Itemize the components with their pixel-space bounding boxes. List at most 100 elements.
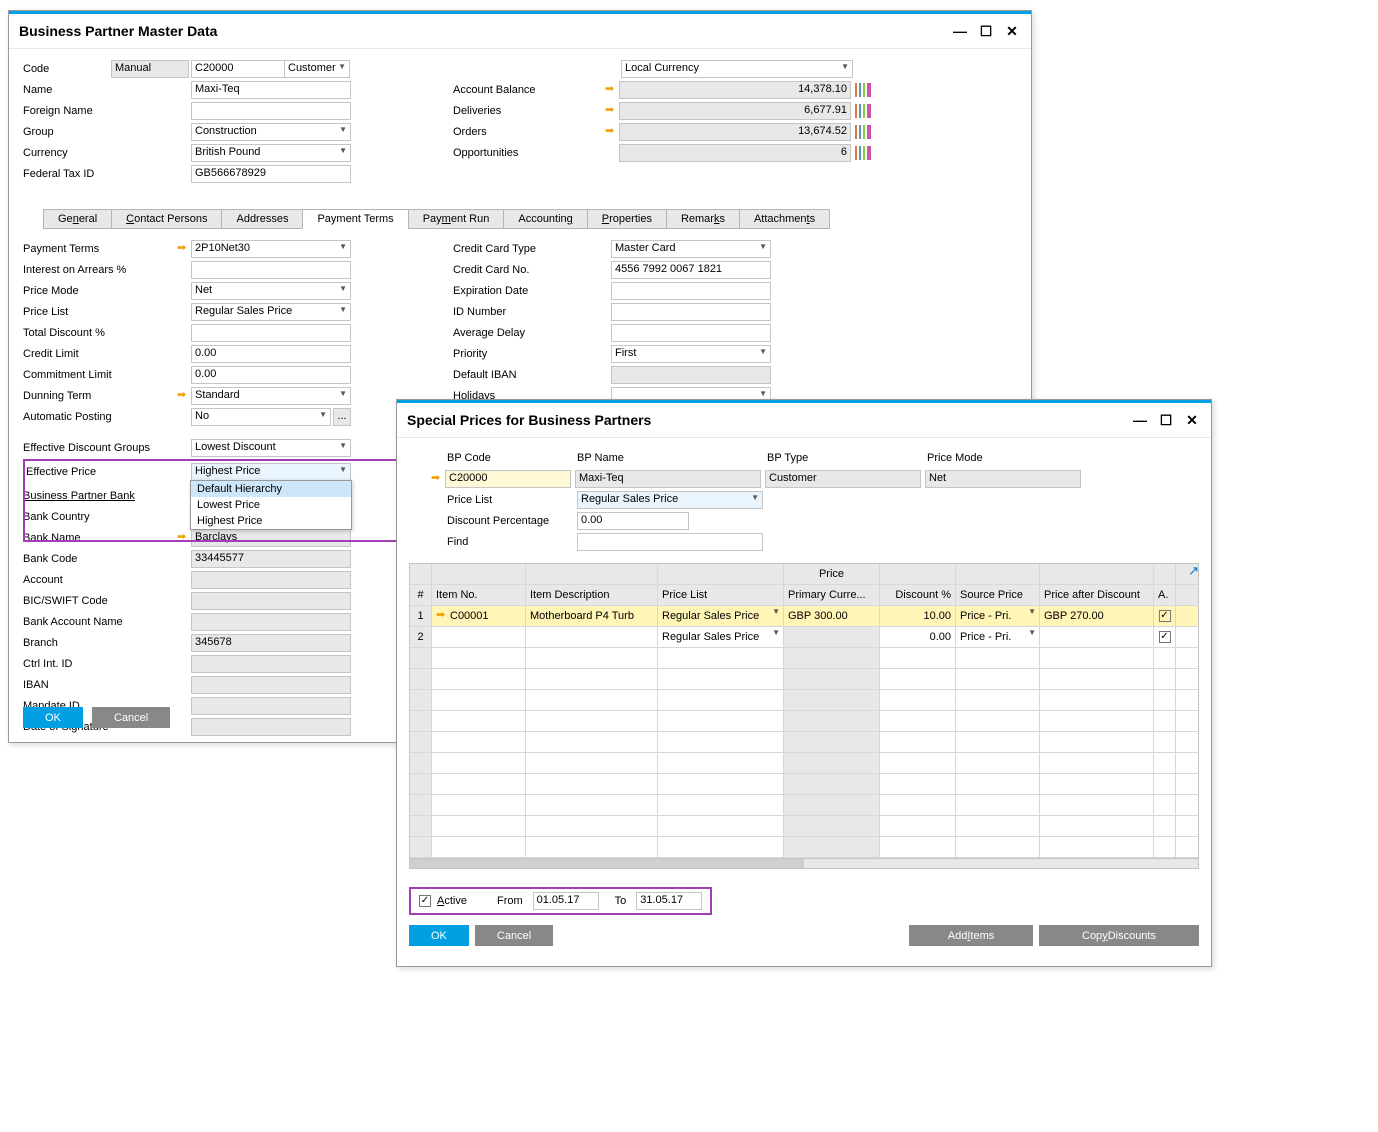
link-arrow-icon[interactable] <box>431 473 445 485</box>
chart-icon[interactable] <box>855 125 871 139</box>
col-source-price[interactable]: Source Price <box>956 585 1040 605</box>
tab-payment-terms[interactable]: Payment Terms <box>302 209 408 229</box>
cell-after[interactable]: GBP 270.00 <box>1040 606 1154 626</box>
ok-button[interactable]: OK <box>23 707 83 728</box>
copy-discounts-button[interactable]: Copy Discounts <box>1039 925 1199 946</box>
tab-attachments[interactable]: Attachments <box>739 209 830 229</box>
cell-item-no[interactable]: C00001 <box>432 606 526 626</box>
link-arrow-icon[interactable] <box>177 243 191 255</box>
close-button[interactable]: ✕ <box>1183 411 1201 429</box>
link-arrow-icon[interactable] <box>177 390 191 402</box>
table-row[interactable] <box>410 774 1198 795</box>
table-row[interactable] <box>410 753 1198 774</box>
credit-limit-field[interactable]: 0.00 <box>191 345 351 363</box>
cell-discount[interactable]: 0.00 <box>880 627 956 647</box>
table-row[interactable]: 1 C00001 Motherboard P4 Turb Regular Sal… <box>410 606 1198 627</box>
col-price-list[interactable]: Price List <box>658 585 784 605</box>
table-row[interactable] <box>410 816 1198 837</box>
price-mode-select[interactable]: Net <box>191 282 351 300</box>
ok-button[interactable]: OK <box>409 925 469 946</box>
sp-price-list-select[interactable]: Regular Sales Price <box>577 491 763 509</box>
cancel-button[interactable]: Cancel <box>92 707 170 728</box>
chart-icon[interactable] <box>855 146 871 160</box>
table-row[interactable] <box>410 711 1198 732</box>
chart-icon[interactable] <box>855 83 871 97</box>
chart-icon[interactable] <box>855 104 871 118</box>
link-arrow-icon[interactable] <box>436 610 450 622</box>
local-currency-select[interactable]: Local Currency <box>621 60 853 78</box>
federal-tax-field[interactable]: GB566678929 <box>191 165 351 183</box>
col-item-desc[interactable]: Item Description <box>526 585 658 605</box>
price-list-select[interactable]: Regular Sales Price <box>191 303 351 321</box>
cancel-button[interactable]: Cancel <box>475 925 553 946</box>
table-row[interactable]: 2 Regular Sales Price 0.00 Price - Pri. … <box>410 627 1198 648</box>
manual-field[interactable]: Manual <box>111 60 189 78</box>
maximize-button[interactable]: ☐ <box>977 22 995 40</box>
col-item-no[interactable]: Item No. <box>432 585 526 605</box>
effective-price-dropdown[interactable]: Default Hierarchy Lowest Price Highest P… <box>190 480 352 530</box>
minimize-button[interactable]: — <box>951 22 969 40</box>
average-delay-field[interactable] <box>611 324 771 342</box>
priority-select[interactable]: First <box>611 345 771 363</box>
tab-accounting[interactable]: Accounting <box>503 209 587 229</box>
currency-select[interactable]: British Pound <box>191 144 351 162</box>
cell-price-list[interactable]: Regular Sales Price <box>658 606 784 626</box>
bp-type-select[interactable]: Customer <box>284 60 350 78</box>
name-field[interactable]: Maxi-Teq <box>191 81 351 99</box>
from-field[interactable]: 01.05.17 <box>533 892 599 910</box>
cell-source[interactable]: Price - Pri. <box>956 627 1040 647</box>
cell-primary[interactable]: GBP 300.00 <box>784 606 880 626</box>
maximize-button[interactable]: ☐ <box>1157 411 1175 429</box>
link-arrow-icon[interactable] <box>605 126 619 138</box>
cell-a[interactable]: ✓ <box>1154 606 1176 626</box>
tab-contact-persons[interactable]: Contact Persons <box>111 209 222 229</box>
table-row[interactable] <box>410 648 1198 669</box>
sp-bp-code-field[interactable]: C20000 <box>445 470 571 488</box>
commitment-limit-field[interactable]: 0.00 <box>191 366 351 384</box>
cell-a[interactable]: ✓ <box>1154 627 1176 647</box>
tab-properties[interactable]: Properties <box>587 209 667 229</box>
link-arrow-icon[interactable] <box>605 105 619 117</box>
tab-payment-run[interactable]: Payment Run <box>408 209 505 229</box>
popout-icon[interactable]: ↗ <box>1188 563 1199 579</box>
automatic-posting-select[interactable]: No <box>191 408 331 426</box>
cell-price-list[interactable]: Regular Sales Price <box>658 627 784 647</box>
total-discount-field[interactable] <box>191 324 351 342</box>
cell-after[interactable] <box>1040 627 1154 647</box>
table-row[interactable] <box>410 669 1198 690</box>
col-price-after[interactable]: Price after Discount <box>1040 585 1154 605</box>
id-number-field[interactable] <box>611 303 771 321</box>
foreign-name-field[interactable] <box>191 102 351 120</box>
cell-discount[interactable]: 10.00 <box>880 606 956 626</box>
col-a[interactable]: A. <box>1154 585 1176 605</box>
link-arrow-icon[interactable] <box>177 532 191 544</box>
active-checkbox[interactable]: ✓ <box>419 895 431 907</box>
table-row[interactable] <box>410 732 1198 753</box>
eff-discount-groups-select[interactable]: Lowest Discount <box>191 439 351 457</box>
link-arrow-icon[interactable] <box>605 84 619 96</box>
h-scrollbar[interactable] <box>409 859 1199 869</box>
add-items-button[interactable]: Add Items <box>909 925 1033 946</box>
minimize-button[interactable]: — <box>1131 411 1149 429</box>
tab-general[interactable]: General <box>43 209 112 229</box>
col-primary-currency[interactable]: Primary Curre... <box>784 585 880 605</box>
cell-item-no[interactable] <box>432 627 526 647</box>
dd-item-default-hierarchy[interactable]: Default Hierarchy <box>191 481 351 497</box>
group-select[interactable]: Construction <box>191 123 351 141</box>
table-row[interactable] <box>410 795 1198 816</box>
cc-no-field[interactable]: 4556 7992 0067 1821 <box>611 261 771 279</box>
close-button[interactable]: ✕ <box>1003 22 1021 40</box>
automatic-posting-extra-button[interactable]: ... <box>333 408 351 426</box>
tab-remarks[interactable]: Remarks <box>666 209 740 229</box>
code-field[interactable]: C20000 <box>191 60 285 78</box>
interest-arrears-field[interactable] <box>191 261 351 279</box>
cell-desc[interactable] <box>526 627 658 647</box>
cell-desc[interactable]: Motherboard P4 Turb <box>526 606 658 626</box>
dd-item-lowest-price[interactable]: Lowest Price <box>191 497 351 513</box>
to-field[interactable]: 31.05.17 <box>636 892 702 910</box>
payment-terms-select[interactable]: 2P10Net30 <box>191 240 351 258</box>
sp-discount-pct-field[interactable]: 0.00 <box>577 512 689 530</box>
col-row-no[interactable]: # <box>410 585 432 605</box>
expiration-field[interactable] <box>611 282 771 300</box>
dunning-term-select[interactable]: Standard <box>191 387 351 405</box>
